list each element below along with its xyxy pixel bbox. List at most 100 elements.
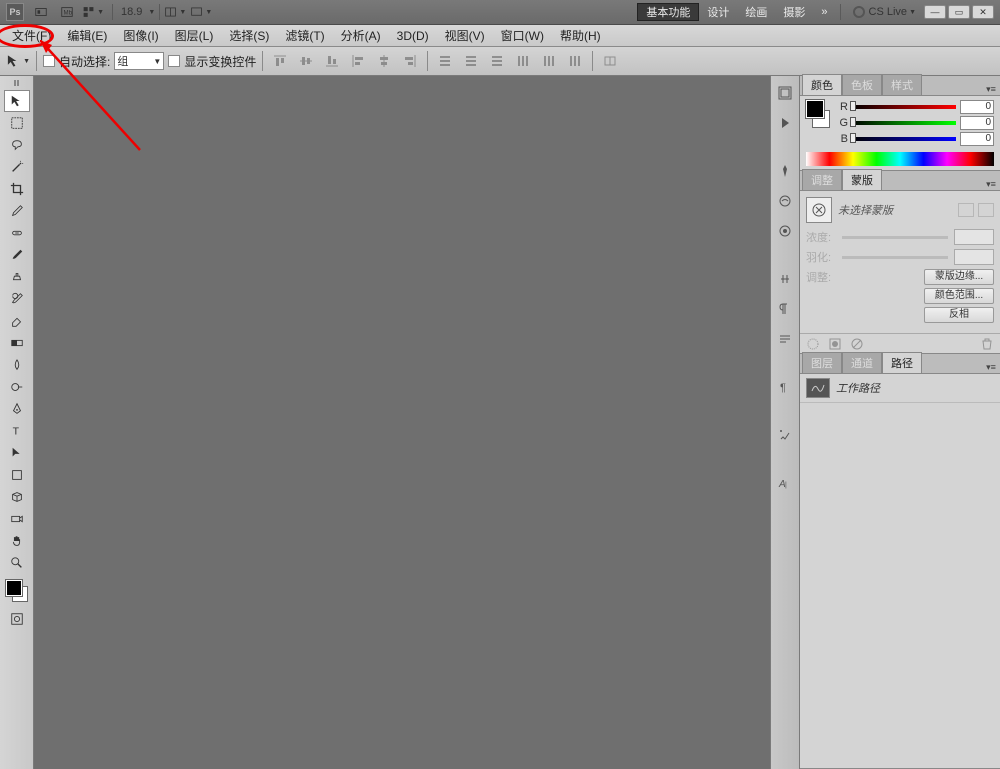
path-selection-tool-icon[interactable] [4,442,30,464]
eyedropper-tool-icon[interactable] [4,200,30,222]
b-input[interactable]: 0 [960,132,994,146]
zoom-value[interactable]: 18.9 [121,6,142,18]
quickmask-icon[interactable] [4,608,30,630]
tab-color[interactable]: 颜色 [802,74,842,95]
gradient-tool-icon[interactable] [4,332,30,354]
clone-source-panel-icon[interactable] [774,220,796,242]
invert-button[interactable]: 反相 [924,307,994,323]
tab-adjustments[interactable]: 调整 [802,169,842,190]
workspace-photography[interactable]: 摄影 [775,3,813,21]
panel-menu-icon[interactable]: ▾≡ [982,362,1000,373]
clone-stamp-tool-icon[interactable] [4,266,30,288]
color-panel-swatches[interactable] [806,100,830,128]
feather-input[interactable] [954,249,994,265]
density-slider[interactable] [842,236,948,239]
healing-brush-tool-icon[interactable] [4,222,30,244]
history-brush-tool-icon[interactable] [4,288,30,310]
path-item[interactable]: 工作路径 [800,374,1000,403]
menu-view[interactable]: 视图(V) [437,25,493,46]
window-minimize[interactable]: — [924,5,946,19]
toolbox-handle[interactable] [0,80,33,88]
menu-image[interactable]: 图像(I) [115,25,166,46]
g-slider[interactable] [852,118,956,128]
brush-presets-panel-icon[interactable] [774,160,796,182]
color-range-button[interactable]: 颜色范围... [924,288,994,304]
auto-align-icon[interactable] [599,51,621,71]
3d-tool-icon[interactable] [4,486,30,508]
tab-channels[interactable]: 通道 [842,352,882,373]
disable-mask-icon[interactable] [850,337,864,351]
move-tool-icon[interactable] [4,90,30,112]
view-extras-icon[interactable]: ▼ [82,3,104,21]
menu-layer[interactable]: 图层(L) [167,25,222,46]
canvas-area[interactable] [34,76,770,769]
minibridge-icon[interactable]: Mb [56,3,78,21]
workspace-design[interactable]: 设计 [699,3,737,21]
styles-panel-icon[interactable] [774,328,796,350]
auto-select-dropdown[interactable]: 组▼ [114,52,164,70]
window-maximize[interactable]: ▭ [948,5,970,19]
auto-select-checkbox[interactable] [43,55,55,67]
feather-slider[interactable] [842,256,948,259]
vector-mask-icon[interactable] [978,203,994,217]
menu-filter[interactable]: 滤镜(T) [277,25,332,46]
screen-mode-icon[interactable]: ▼ [190,3,212,21]
distribute-bottom-icon[interactable] [486,51,508,71]
actions-panel-icon[interactable] [774,112,796,134]
brushes-panel-icon[interactable] [774,190,796,212]
magic-wand-tool-icon[interactable] [4,156,30,178]
align-left-icon[interactable] [347,51,369,71]
history-panel-icon[interactable] [774,82,796,104]
tab-styles[interactable]: 样式 [882,74,922,95]
menu-3d[interactable]: 3D(D) [389,27,437,45]
menu-select[interactable]: 选择(S) [221,25,277,46]
align-right-icon[interactable] [399,51,421,71]
hand-tool-icon[interactable] [4,530,30,552]
pen-tool-icon[interactable] [4,398,30,420]
window-close[interactable]: ✕ [972,5,994,19]
info-panel-icon[interactable] [774,424,796,446]
tab-masks[interactable]: 蒙版 [842,169,882,190]
load-selection-icon[interactable] [806,337,820,351]
mask-edge-button[interactable]: 蒙版边缘... [924,269,994,285]
distribute-right-icon[interactable] [564,51,586,71]
r-input[interactable]: 0 [960,100,994,114]
show-transform-checkbox[interactable] [168,55,180,67]
distribute-top-icon[interactable] [434,51,456,71]
brush-tool-icon[interactable] [4,244,30,266]
workspace-more[interactable]: » [813,3,835,21]
dodge-tool-icon[interactable] [4,376,30,398]
swatches-panel-icon[interactable]: A| [774,472,796,494]
bridge-icon[interactable] [30,3,52,21]
workspace-painting[interactable]: 绘画 [737,3,775,21]
panel-menu-icon[interactable]: ▾≡ [982,84,1000,95]
workspace-essentials[interactable]: 基本功能 [637,3,699,21]
apply-mask-icon[interactable] [828,337,842,351]
shape-tool-icon[interactable] [4,464,30,486]
menu-help[interactable]: 帮助(H) [552,25,609,46]
r-slider[interactable] [852,102,956,112]
zoom-tool-icon[interactable] [4,552,30,574]
cslive-button[interactable]: CS Live▼ [853,6,916,18]
density-input[interactable] [954,229,994,245]
arrange-docs-icon[interactable]: ▼ [164,3,186,21]
spectrum-bar[interactable] [806,152,994,166]
distribute-hcenter-icon[interactable] [538,51,560,71]
align-top-icon[interactable] [269,51,291,71]
panel-menu-icon[interactable]: ▾≡ [982,179,1000,190]
color-swatches[interactable] [6,580,28,602]
menu-window[interactable]: 窗口(W) [493,25,552,46]
paragraph-panel-icon[interactable] [774,298,796,320]
b-slider[interactable] [852,134,956,144]
eraser-tool-icon[interactable] [4,310,30,332]
3d-camera-tool-icon[interactable] [4,508,30,530]
align-hcenter-icon[interactable] [373,51,395,71]
align-vcenter-icon[interactable] [295,51,317,71]
align-bottom-icon[interactable] [321,51,343,71]
distribute-left-icon[interactable] [512,51,534,71]
g-input[interactable]: 0 [960,116,994,130]
menu-edit[interactable]: 编辑(E) [59,25,115,46]
menu-analysis[interactable]: 分析(A) [333,25,389,46]
distribute-vcenter-icon[interactable] [460,51,482,71]
lasso-tool-icon[interactable] [4,134,30,156]
